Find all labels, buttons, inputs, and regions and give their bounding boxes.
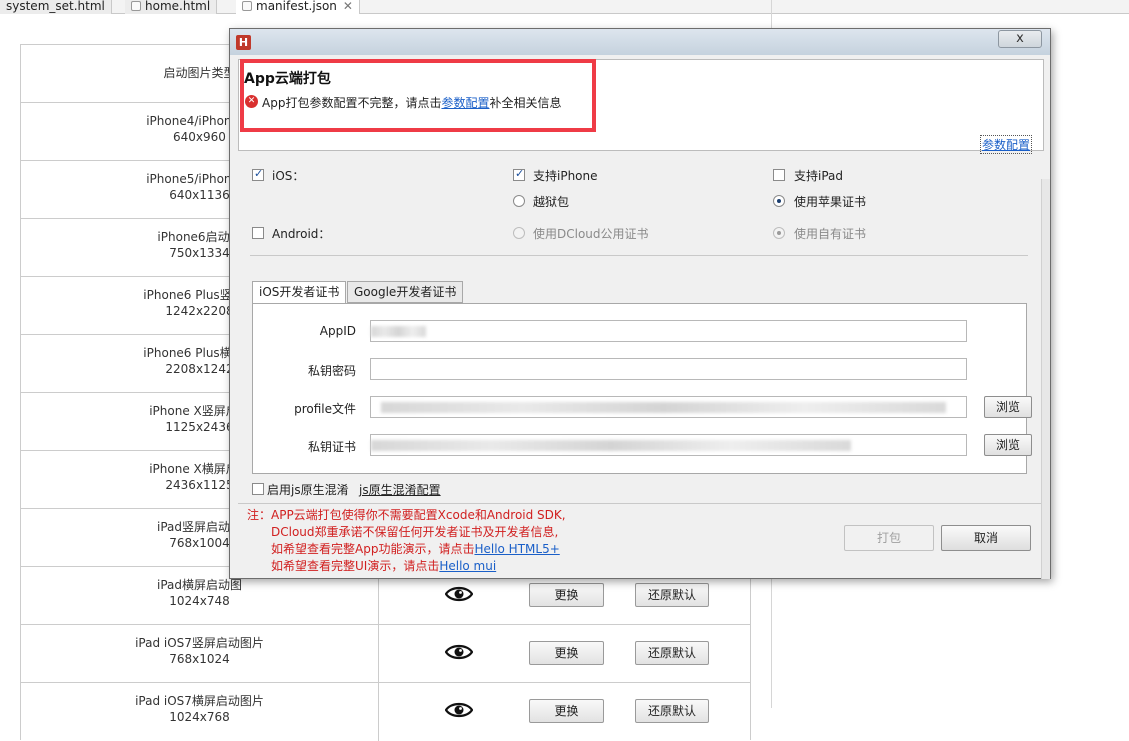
preview-eye-icon[interactable] <box>444 584 474 604</box>
hello-html5-link[interactable]: Hello HTML5+ <box>474 542 559 556</box>
editor-tab-manifest[interactable]: manifest.json ✕ <box>236 0 360 14</box>
note-line-2: DCloud郑重承诺不保留任何开发者证书及开发者信息, <box>271 525 559 539</box>
own-cert-radio[interactable] <box>773 227 785 239</box>
editor-tab-system-set[interactable]: system_set.html <box>0 0 112 14</box>
replace-button[interactable]: 更换 <box>529 583 604 607</box>
own-cert-label: 使用自有证书 <box>794 227 867 241</box>
js-obfuscate-config-link[interactable]: js原生混淆配置 <box>359 481 441 498</box>
launch-image-name: iPad横屏启动图 <box>156 578 242 592</box>
table-row: iPad iOS7竖屏启动图片 768x1024 更换 还原默认 <box>21 624 750 683</box>
param-config-link[interactable]: 参数配置 <box>980 135 1033 154</box>
bottom-separator <box>238 503 1044 504</box>
launch-image-name-cell: iPad iOS7竖屏启动图片 768x1024 <box>21 625 379 683</box>
android-checkbox[interactable] <box>252 227 264 239</box>
dialog-titlebar: H x <box>230 29 1050 55</box>
note-line-4: 如希望查看完整UI演示，请点击Hello mui <box>271 559 497 573</box>
support-ipad-label: 支持iPad <box>794 169 844 183</box>
editor-tab-home[interactable]: home.html <box>125 0 218 14</box>
private-cert-input[interactable] <box>370 434 967 456</box>
ios-label: iOS： <box>272 169 305 183</box>
json-file-icon <box>242 1 252 11</box>
reset-default-button[interactable]: 还原默认 <box>635 583 709 607</box>
jailbreak-label: 越狱包 <box>533 195 570 209</box>
app-cloud-package-dialog: H x App云端打包 ✕ App打包参数配置不完整，请点击参数配置补全相关信息… <box>229 28 1051 579</box>
ios-checkbox[interactable] <box>252 167 264 181</box>
appid-label: AppID <box>319 324 356 338</box>
key-password-input[interactable] <box>370 358 967 380</box>
launch-image-name-cell: iPad iOS7横屏启动图片 1024x768 <box>21 683 379 741</box>
redacted-text <box>371 440 851 451</box>
note-line-3: 如希望查看完整App功能演示，请点击Hello HTML5+ <box>271 542 560 556</box>
launch-image-name: iPad iOS7横屏启动图片 <box>135 694 264 708</box>
editor-tab-bar: system_set.html home.html manifest.json ✕ <box>0 0 1129 14</box>
hello-mui-link[interactable]: Hello mui <box>439 559 496 573</box>
js-obfuscate-label: 启用js原生混淆 <box>267 483 349 497</box>
appid-input[interactable] <box>370 320 967 342</box>
js-obfuscate-checkbox[interactable] <box>252 483 264 495</box>
dialog-close-button[interactable]: x <box>998 30 1042 48</box>
jailbreak-radio[interactable] <box>513 195 525 207</box>
preview-eye-icon[interactable] <box>444 642 474 662</box>
launch-image-size: 768x1024 <box>169 652 230 666</box>
tab-ios-developer-cert[interactable]: iOS开发者证书 <box>252 281 347 304</box>
replace-button[interactable]: 更换 <box>529 699 604 723</box>
apple-cert-radio[interactable] <box>773 195 785 207</box>
cancel-button[interactable]: 取消 <box>941 525 1031 551</box>
preview-eye-icon[interactable] <box>444 700 474 720</box>
table-row: iPad iOS7横屏启动图片 1024x768 更换 还原默认 <box>21 682 750 741</box>
support-iphone-label: 支持iPhone <box>533 169 598 183</box>
dcloud-cert-label: 使用DCloud公用证书 <box>533 227 649 241</box>
ios-cert-panel: AppID 私钥密码 profile文件 浏览 私钥证书 浏览 <box>252 303 1032 474</box>
support-iphone-checkbox[interactable] <box>513 167 525 181</box>
reset-default-button[interactable]: 还原默认 <box>635 699 709 723</box>
support-ipad-checkbox[interactable] <box>773 169 785 181</box>
highlight-box <box>240 59 596 132</box>
package-button[interactable]: 打包 <box>844 525 934 551</box>
profile-file-label: profile文件 <box>294 402 356 416</box>
key-password-label: 私钥密码 <box>307 364 356 378</box>
profile-browse-button[interactable]: 浏览 <box>984 396 1032 418</box>
launch-image-size: 1024x768 <box>169 710 230 724</box>
redacted-text <box>381 402 946 413</box>
dialog-scrollbar[interactable] <box>1041 179 1050 579</box>
private-cert-label: 私钥证书 <box>307 440 356 454</box>
android-label: Android： <box>272 227 331 241</box>
reset-default-button[interactable]: 还原默认 <box>635 641 709 665</box>
tab-google-developer-cert[interactable]: Google开发者证书 <box>347 281 464 303</box>
apple-cert-label: 使用苹果证书 <box>794 195 867 209</box>
close-tab-icon[interactable]: ✕ <box>343 0 353 13</box>
section-divider <box>250 255 1028 256</box>
dcloud-cert-radio[interactable] <box>513 227 525 239</box>
launch-image-size: 1024x748 <box>169 594 230 608</box>
profile-file-input[interactable] <box>370 396 967 418</box>
html-file-icon <box>131 1 141 11</box>
hbuilder-logo-icon: H <box>236 35 251 50</box>
private-cert-browse-button[interactable]: 浏览 <box>984 434 1032 456</box>
note-line-1: 注：APP云端打包使得你不需要配置Xcode和Android SDK, <box>247 508 566 522</box>
redacted-text <box>371 326 426 337</box>
replace-button[interactable]: 更换 <box>529 641 604 665</box>
launch-image-name: iPad iOS7竖屏启动图片 <box>135 636 264 650</box>
